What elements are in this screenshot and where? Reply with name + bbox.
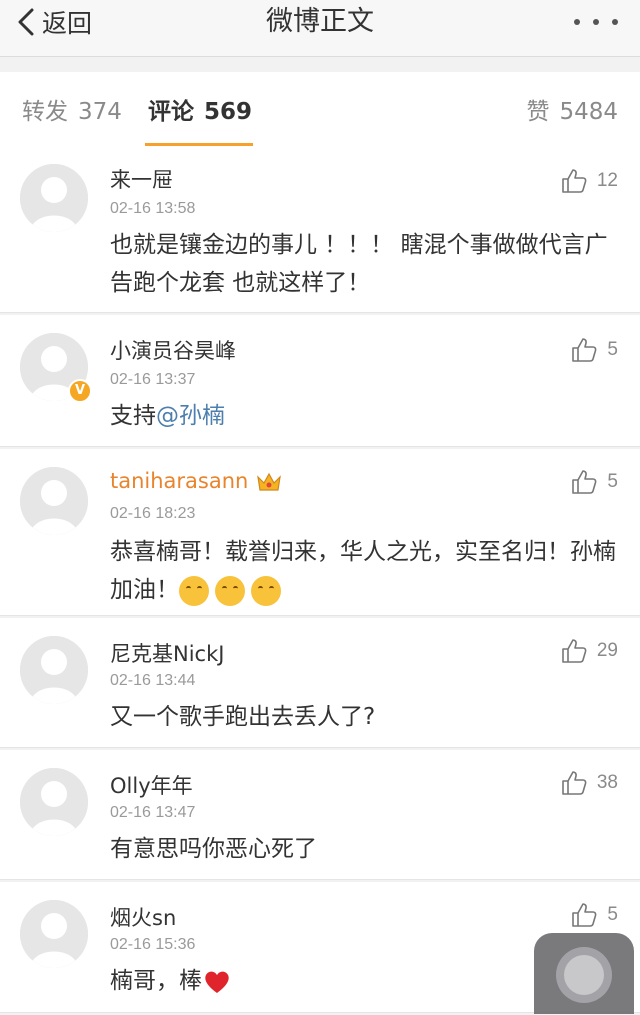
tab-comment[interactable]: 评论 569 [148,92,252,126]
like-button[interactable]: 5 [571,337,618,363]
thumbs-up-icon [561,168,587,194]
thumbs-up-icon [571,902,597,928]
tab-like[interactable]: 赞 5484 [526,92,618,126]
user-placeholder-icon [20,900,88,968]
avatar[interactable] [20,467,88,535]
thumbs-up-icon [571,337,597,363]
comment-author[interactable]: 来一屉 [110,164,173,194]
like-count: 12 [596,170,618,191]
tab-comment-label: 评论 [148,99,194,125]
user-placeholder-icon [20,636,88,704]
comment-text-prefix: 支持 [110,403,156,429]
user-placeholder-icon [20,164,88,232]
comment-text: 有意思吗你恶心死了 [110,836,317,862]
comment-time: 02-16 13:58 [110,200,196,217]
page-title: 微博正文 [266,6,374,37]
tab-bar: 转发 374 评论 569 赞 5484 [0,72,640,147]
comment-list: 来一屉 02-16 13:58 也就是镶金边的事儿 ！！！ 瞎混个事做做代言广告… [0,146,640,1015]
like-button[interactable]: 29 [561,638,618,664]
comment-author[interactable]: 烟火sn [110,902,176,932]
comment-text: 也就是镶金边的事儿 ！！！ 瞎混个事做做代言广告跑个龙套 也就这样了！ [110,232,608,296]
comment-time: 02-16 13:44 [110,672,196,689]
navigation-bar: 返回 微博正文 [0,0,640,57]
like-button[interactable]: 5 [571,469,618,495]
assistive-touch-button[interactable] [534,933,634,1014]
avatar[interactable] [20,900,88,968]
like-count: 29 [596,640,618,661]
like-button[interactable]: 5 [571,902,618,928]
comment-item[interactable]: 来一屉 02-16 13:58 也就是镶金边的事儿 ！！！ 瞎混个事做做代言广告… [0,146,640,313]
dot-icon [612,19,618,25]
comment-item[interactable]: Olly年年 02-16 13:47 有意思吗你恶心死了 38 [0,750,640,880]
more-options-button[interactable] [574,8,618,36]
thumbs-up-icon [561,638,587,664]
blush-emoji-icon [179,575,209,606]
comment-text: 支持@孙楠 [110,397,620,435]
comment-author[interactable]: 小演员谷昊峰 [110,335,236,365]
comment-item[interactable]: 尼克基NickJ 02-16 13:44 又一个歌手跑出去丢人了? 29 [0,618,640,748]
tab-repost-label: 转发 [22,99,68,125]
dot-icon [574,19,580,25]
comment-author[interactable]: 尼克基NickJ [110,638,224,668]
comment-time: 02-16 13:37 [110,371,196,388]
comment-time: 02-16 15:36 [110,936,196,953]
tab-repost[interactable]: 转发 374 [22,92,122,126]
comment-text-body: 楠哥，棒 [110,968,202,994]
tab-comment-count: 569 [204,99,253,125]
thumbs-up-icon [571,469,597,495]
avatar[interactable] [20,636,88,704]
comment-time: 02-16 13:47 [110,804,196,821]
comment-author[interactable]: Olly年年 [110,770,193,800]
comment-item[interactable]: V 小演员谷昊峰 02-16 13:37 支持@孙楠 5 [0,315,640,447]
avatar[interactable] [20,164,88,232]
assistive-touch-core-icon [564,955,604,995]
like-count: 5 [607,471,618,492]
tab-like-count: 5484 [559,99,618,125]
comment-text: 恭喜楠哥！载誉归来，华人之光，实至名归！孙楠加油！ [110,533,620,609]
verified-badge: V [68,379,92,403]
mention-link[interactable]: @孙楠 [156,403,225,429]
blush-emoji-icon [251,575,281,606]
tab-like-label: 赞 [526,99,550,125]
tab-repost-count: 374 [78,99,122,125]
like-count: 5 [607,339,618,360]
user-placeholder-icon [20,768,88,836]
user-placeholder-icon [20,467,88,535]
crown-icon [257,472,282,491]
thumbs-up-icon [561,770,587,796]
comment-author-name: taniharasann [110,469,249,493]
like-count: 38 [596,772,618,793]
like-button[interactable]: 12 [561,168,618,194]
avatar[interactable] [20,768,88,836]
like-button[interactable]: 38 [561,770,618,796]
comment-text: 又一个歌手跑出去丢人了? [110,704,376,730]
dot-icon [593,19,599,25]
comment-time: 02-16 18:23 [110,505,196,522]
comment-item[interactable]: taniharasann 02-16 18:23 恭喜楠哥！载誉归来，华人之光，… [0,449,640,616]
heart-emoji-icon [205,971,229,993]
comment-author[interactable]: taniharasann [110,469,282,493]
like-count: 5 [607,904,618,925]
blush-emoji-icon [215,575,245,606]
